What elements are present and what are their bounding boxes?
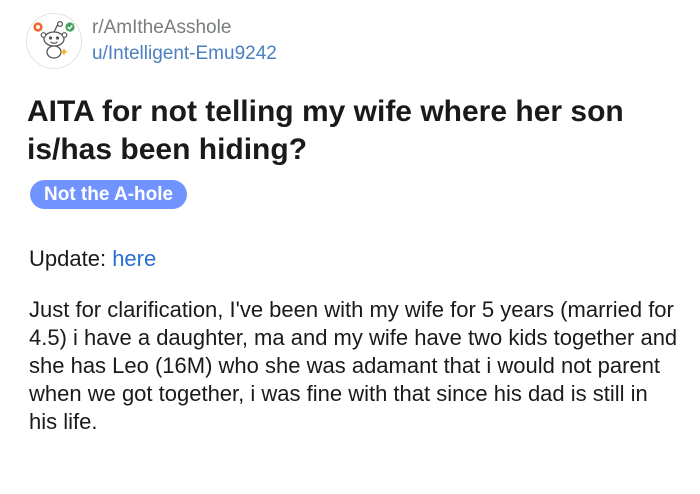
author-username[interactable]: u/Intelligent-Emu9242 [92,43,277,65]
subreddit-name[interactable]: r/AmItheAsshole [92,17,277,39]
subreddit-avatar[interactable] [26,13,82,69]
snoo-avatar-icon [33,20,75,59]
post-body: Just for clarification, I've been with m… [29,297,678,434]
update-link[interactable]: here [112,246,156,271]
post-meta: r/AmItheAsshole u/Intelligent-Emu9242 [92,17,277,65]
post-flair-badge: Not the A-hole [30,180,188,209]
update-label: Update: [29,246,107,271]
update-line: Update: here [29,244,156,274]
post-header: r/AmItheAsshole u/Intelligent-Emu9242 [26,12,277,70]
post-title: AITA for not telling my wife where her s… [27,95,624,166]
